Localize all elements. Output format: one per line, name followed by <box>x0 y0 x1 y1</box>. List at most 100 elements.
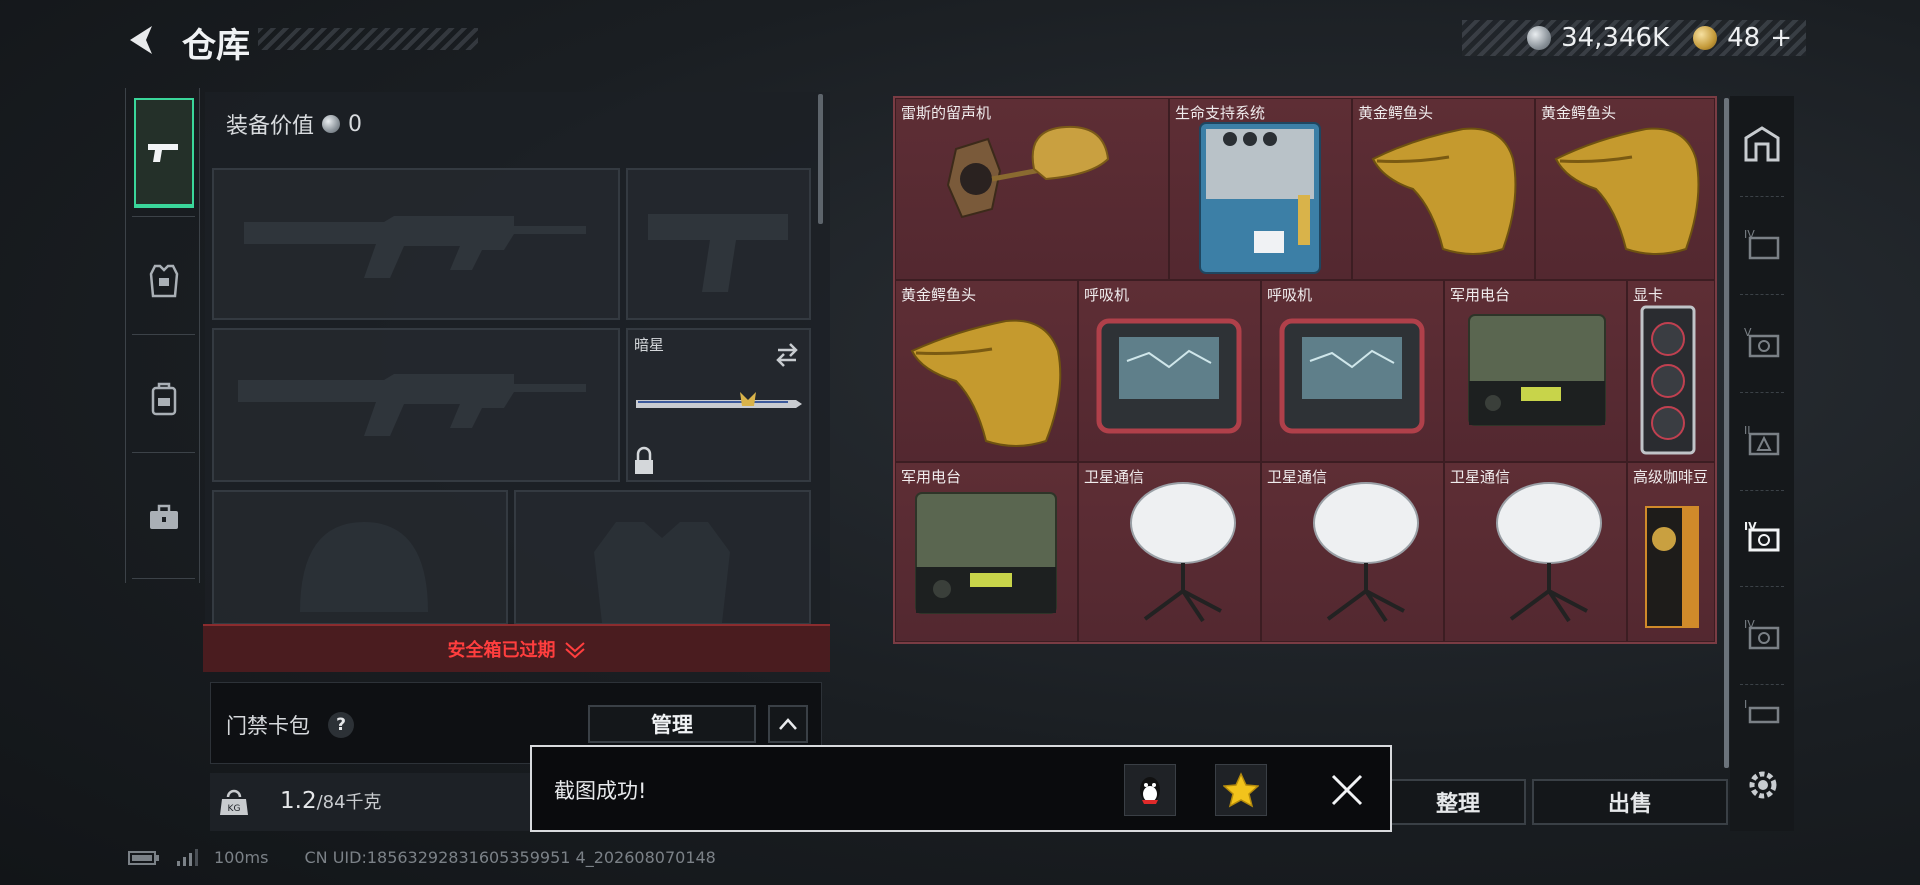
golden-croc-head-icon <box>1371 127 1517 255</box>
category-level-4-b[interactable]: IV <box>1730 586 1794 682</box>
manage-button[interactable]: 管理 <box>588 705 756 743</box>
primary-weapon-slot[interactable] <box>212 168 620 320</box>
storage-box-icon: IV <box>1744 520 1780 552</box>
golden-croc-head-icon <box>910 319 1062 447</box>
rail-divider <box>132 334 195 335</box>
inventory-item[interactable]: 生命支持系统 <box>1169 98 1352 280</box>
military-radio-icon <box>915 492 1057 614</box>
rail-divider <box>132 216 195 217</box>
silver-coin-icon <box>1527 26 1552 50</box>
satellite-dish-icon <box>1313 482 1419 623</box>
category-level-4-active[interactable]: IV <box>1730 488 1794 584</box>
share-qq-button[interactable] <box>1124 764 1176 816</box>
rail-armor[interactable] <box>134 226 194 336</box>
inventory-grid: 雷斯的留声机 生命支持系统 黄金鳄鱼头 黄金鳄鱼头 黄金鳄鱼头 呼吸机 呼吸机 … <box>893 96 1717 644</box>
svg-text:KG: KG <box>228 804 241 814</box>
armor-slot[interactable] <box>514 490 811 625</box>
help-button[interactable]: ? <box>328 712 354 738</box>
vest-icon <box>149 264 179 298</box>
warehouse-icon <box>1744 126 1780 162</box>
inventory-item[interactable]: 显卡 <box>1627 280 1715 462</box>
gear-icon[interactable] <box>1743 765 1783 805</box>
gold-currency-value: 48 <box>1727 23 1761 53</box>
rail-case[interactable] <box>134 462 194 572</box>
golden-croc-head-icon <box>1554 127 1700 255</box>
sell-button[interactable]: 出售 <box>1532 779 1728 825</box>
inventory-scrollbar[interactable] <box>1724 98 1729 768</box>
inventory-item[interactable]: 卫星通信 <box>1444 462 1627 642</box>
vest-silhouette-icon <box>594 522 730 623</box>
category-level-5[interactable]: V <box>1730 294 1794 390</box>
pistol-slot[interactable] <box>626 168 811 320</box>
penguin-icon <box>1140 777 1160 804</box>
rail-divider <box>132 452 195 453</box>
inventory-item[interactable]: 军用电台 <box>1444 280 1627 462</box>
back-arrow-icon <box>130 26 152 54</box>
category-level-1[interactable]: I <box>1730 676 1794 746</box>
storage-box-icon: II <box>1744 424 1780 456</box>
rail-divider <box>132 578 195 579</box>
melee-slot[interactable]: 暗星 <box>626 328 811 482</box>
inventory-item[interactable]: 黄金鳄鱼头 <box>1535 98 1715 280</box>
helmet-slot[interactable] <box>212 490 508 625</box>
equipment-value-label: 装备价值 <box>226 114 315 139</box>
inventory-item[interactable]: 黄金鳄鱼头 <box>1352 98 1535 280</box>
inventory-item[interactable]: 雷斯的留声机 <box>895 98 1169 280</box>
military-radio-icon <box>1468 314 1606 426</box>
equipment-value: 装备价值 0 <box>226 108 362 140</box>
inventory-item[interactable]: 卫星通信 <box>1261 462 1444 642</box>
safebox-expired-banner[interactable]: 安全箱已过期 <box>203 624 830 672</box>
pistol-silhouette-icon <box>648 214 788 292</box>
inventory-item[interactable]: 呼吸机 <box>1261 280 1444 462</box>
share-qzone-button[interactable] <box>1215 764 1267 816</box>
coffee-bag-icon <box>1645 506 1699 628</box>
chevron-up-icon <box>779 718 797 730</box>
satellite-dish-icon <box>1496 482 1602 623</box>
rail-backpack[interactable] <box>134 344 194 454</box>
toast-message: 截图成功! <box>554 779 647 803</box>
equipment-scrollbar[interactable] <box>818 94 823 224</box>
chevron-down-icon <box>564 642 585 659</box>
collapse-button[interactable] <box>768 705 808 743</box>
weight-readout: 1.2/84千克 <box>280 788 382 814</box>
sort-button[interactable]: 整理 <box>1390 779 1526 825</box>
secondary-weapon-slot[interactable] <box>212 328 620 482</box>
signal-icon <box>177 848 198 866</box>
inventory-item[interactable]: 高级咖啡豆 <box>1627 462 1715 642</box>
backpack-icon <box>151 382 177 416</box>
briefcase-icon <box>150 504 178 529</box>
equipment-category-rail <box>125 88 200 583</box>
satellite-dish-icon <box>1130 482 1236 623</box>
inventory-item[interactable]: 军用电台 <box>895 462 1078 642</box>
category-level-2[interactable]: II <box>1730 392 1794 488</box>
ventilator-icon <box>1096 318 1242 434</box>
back-button[interactable] <box>124 22 160 58</box>
weight-max: /84千克 <box>316 792 382 813</box>
weight-icon: KG <box>220 789 248 815</box>
rifle-silhouette-icon <box>244 216 586 278</box>
storage-box-icon: I <box>1744 698 1780 724</box>
add-currency-button[interactable]: + <box>1770 23 1792 53</box>
gramophone-icon <box>946 125 1110 219</box>
category-level-4-a[interactable]: IV <box>1730 196 1794 292</box>
title-decoration <box>258 28 478 50</box>
rail-weapons[interactable] <box>134 98 194 208</box>
storage-category-rail: IV V II IV IV I <box>1730 96 1794 831</box>
keycard-label: 门禁卡包 <box>226 714 310 738</box>
battery-icon <box>128 850 159 865</box>
category-all[interactable] <box>1730 96 1794 192</box>
svg-text:I: I <box>1744 698 1747 711</box>
rifle-silhouette-icon <box>238 374 586 436</box>
graphics-card-icon <box>1640 305 1696 455</box>
helmet-silhouette-icon <box>300 522 428 612</box>
storage-box-icon: IV <box>1744 618 1780 650</box>
life-support-icon <box>1199 122 1321 274</box>
weight-current: 1.2 <box>280 788 317 814</box>
melee-slot-label: 暗星 <box>634 336 665 354</box>
inventory-item[interactable]: 卫星通信 <box>1078 462 1261 642</box>
inventory-item[interactable]: 呼吸机 <box>1078 280 1261 462</box>
storage-box-icon: IV <box>1744 228 1780 260</box>
ping-value: 100ms <box>214 848 269 867</box>
close-icon[interactable] <box>1325 768 1369 812</box>
inventory-item[interactable]: 黄金鳄鱼头 <box>895 280 1078 462</box>
